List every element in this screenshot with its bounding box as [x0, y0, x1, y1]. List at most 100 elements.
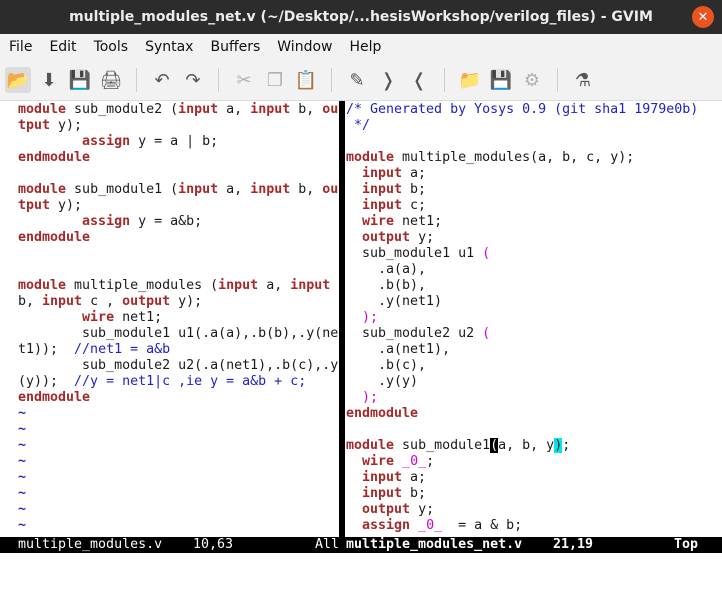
- code-token: c;: [402, 198, 427, 213]
- code-token: sub_module2 u2(.a(net1),.b(c),.y: [18, 358, 338, 373]
- find-prev-button[interactable]: ❬: [406, 67, 432, 93]
- run-script-button[interactable]: ⚙: [519, 67, 545, 93]
- menu-window[interactable]: Window: [268, 39, 340, 55]
- code-line: ~: [18, 454, 338, 470]
- left-status-line: multiple_modules.v 10,63 All: [0, 537, 340, 553]
- open-folder-button[interactable]: 📂: [5, 67, 31, 93]
- code-token: b;: [402, 486, 427, 501]
- code-token: sub_module2 u2: [346, 326, 483, 341]
- cut-button[interactable]: ✂: [231, 67, 257, 93]
- undo-button[interactable]: ↶: [149, 67, 175, 93]
- keyword-token: input: [362, 166, 403, 181]
- code-token: );: [362, 390, 379, 405]
- code-token: = a & b;: [442, 518, 523, 533]
- keyword-token: input: [218, 278, 259, 293]
- code-line: .y(y): [346, 374, 722, 390]
- code-token: y;: [410, 502, 435, 517]
- toolbar-separator: [557, 68, 558, 92]
- keyword-token: module: [346, 438, 395, 453]
- code-line: .y(net1): [346, 294, 722, 310]
- load-session-button[interactable]: 📁: [457, 67, 483, 93]
- save-all-button[interactable]: 💾: [67, 67, 93, 93]
- code-token: .b(b),: [346, 278, 427, 293]
- right-buffer[interactable]: /* Generated by Yosys 0.9 (git sha1 1979…: [346, 102, 722, 536]
- code-token: net1;: [114, 310, 163, 325]
- code-token: .b(c),: [346, 358, 427, 373]
- toolbar-separator: [331, 68, 332, 92]
- print-button[interactable]: 🖨: [98, 67, 124, 93]
- code-line: assign y = a&b;: [18, 214, 338, 230]
- code-token: (y));: [18, 374, 75, 389]
- code-token: sub_module1 (: [66, 182, 179, 197]
- make-button[interactable]: ⚗: [570, 67, 596, 93]
- code-line: input c;: [346, 198, 722, 214]
- code-token: net1;: [394, 214, 443, 229]
- keyword-token: endmodule: [18, 150, 91, 165]
- code-token: b,: [290, 102, 323, 117]
- code-line: endmodule: [18, 150, 338, 166]
- code-line: ~: [18, 422, 338, 438]
- menu-bar: File Edit Tools Syntax Buffers Window Help: [0, 34, 722, 60]
- code-token: .a(a),: [346, 262, 427, 277]
- keyword-token: wire: [362, 214, 395, 229]
- keyword-token: input: [178, 182, 219, 197]
- code-token: (: [482, 246, 491, 261]
- paste-button[interactable]: 📋: [293, 67, 319, 93]
- menu-buffers[interactable]: Buffers: [201, 39, 268, 55]
- code-token: multiple_modules (: [66, 278, 219, 293]
- find-replace-button[interactable]: ✎: [344, 67, 370, 93]
- code-token: .y(y): [346, 374, 419, 389]
- code-line: ~: [18, 502, 338, 518]
- code-line: output y;: [346, 502, 722, 518]
- menu-edit[interactable]: Edit: [40, 39, 84, 55]
- left-buffer[interactable]: module sub_module2 (input a, input b, ou…: [18, 102, 338, 536]
- code-token: a,: [258, 278, 291, 293]
- code-line: sub_module2 u2(.a(net1),.b(c),.y: [18, 358, 338, 374]
- comment-token: /* Generated by Yosys 0.9 (git sha1 1979…: [346, 102, 699, 117]
- keyword-token: input: [362, 198, 403, 213]
- toolbar-separator: [218, 68, 219, 92]
- menu-tools[interactable]: Tools: [85, 39, 137, 55]
- command-line[interactable]: [0, 553, 722, 567]
- menu-file[interactable]: File: [0, 39, 40, 55]
- save-download-button[interactable]: ⬇: [36, 67, 62, 93]
- code-line: tput y);: [18, 118, 338, 134]
- code-line: assign y = a | b;: [18, 134, 338, 150]
- matching-paren: ): [554, 438, 563, 453]
- keyword-token: module: [346, 150, 395, 165]
- code-line: module sub_module1 (input a, input b, ou: [18, 182, 338, 198]
- code-line: sub_module1 u1 (: [346, 246, 722, 262]
- menu-syntax[interactable]: Syntax: [136, 39, 201, 55]
- code-line: tput y);: [18, 198, 338, 214]
- editor-area[interactable]: module sub_module2 (input a, input b, ou…: [0, 101, 722, 537]
- comment-token: //net1 = a&b: [74, 342, 171, 357]
- vertical-split-separator[interactable]: [339, 101, 345, 537]
- keyword-token: assign: [82, 134, 131, 149]
- keyword-token: assign: [362, 518, 411, 533]
- close-button[interactable]: ✕: [692, 6, 714, 28]
- empty-line-marker: ~: [18, 406, 27, 421]
- empty-line-marker: ~: [18, 438, 27, 453]
- print-icon: 🖨: [99, 69, 123, 91]
- code-token: .y(net1): [346, 294, 443, 309]
- code-line: sub_module1 u1(.a(a),.b(b),.y(ne: [18, 326, 338, 342]
- redo-button[interactable]: ↷: [180, 67, 206, 93]
- find-replace-icon: ✎: [349, 69, 365, 91]
- find-next-button[interactable]: ❭: [375, 67, 401, 93]
- code-line: t1)); //net1 = a&b: [18, 342, 338, 358]
- menu-help[interactable]: Help: [340, 39, 389, 55]
- open-folder-icon: 📂: [6, 69, 30, 91]
- code-line: input a;: [346, 166, 722, 182]
- keyword-token: ou: [322, 182, 338, 197]
- copy-button[interactable]: ❐: [262, 67, 288, 93]
- save-session-button[interactable]: 💾: [488, 67, 514, 93]
- code-line: ~: [18, 406, 338, 422]
